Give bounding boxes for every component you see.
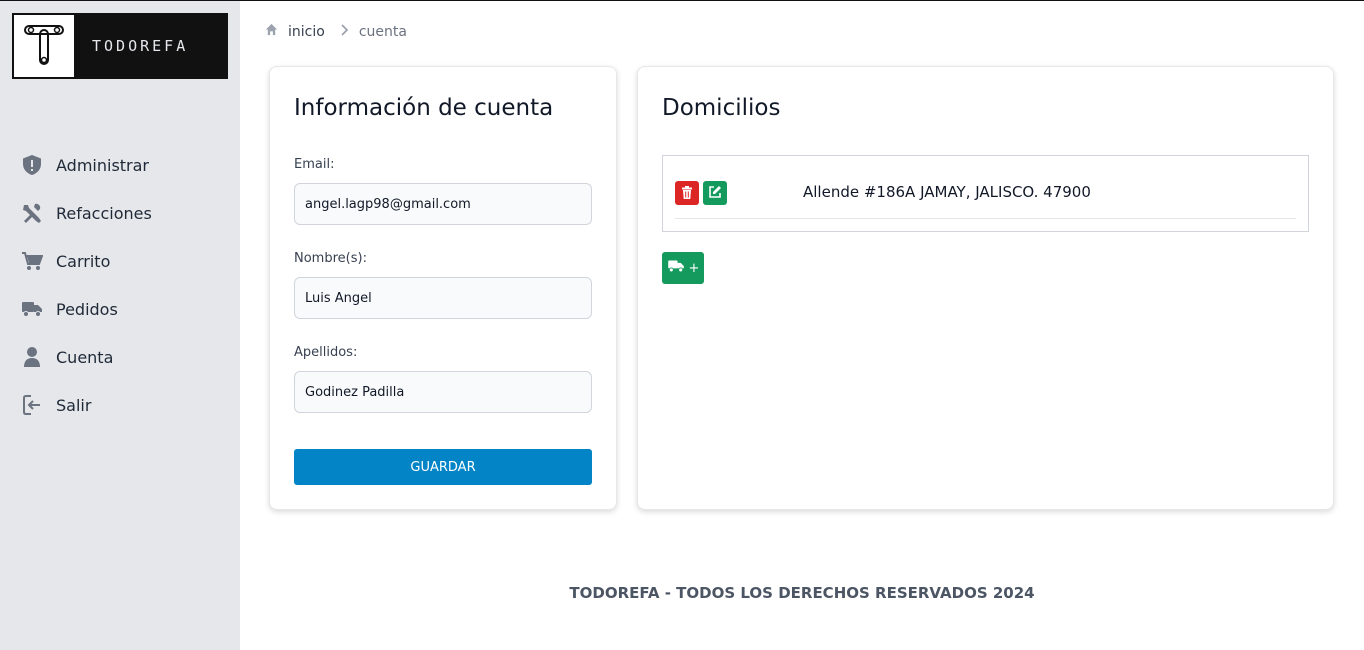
sidebar-item-label: Cuenta — [56, 347, 114, 367]
address-text: Allende #186A JAMAY, JALISCO. 47900 — [803, 183, 1091, 201]
save-button[interactable]: GUARDAR — [294, 449, 592, 485]
account-title: Información de cuenta — [294, 95, 554, 121]
truck-icon — [21, 298, 43, 320]
breadcrumb-current: cuenta — [358, 23, 407, 40]
name-field[interactable] — [294, 277, 592, 319]
chevron-right-icon — [341, 23, 349, 40]
lastname-label: Apellidos: — [294, 345, 358, 360]
logout-icon — [21, 394, 43, 416]
truck-icon — [667, 259, 685, 277]
sidebar-item-salir[interactable]: Salir — [0, 381, 240, 429]
sidebar-item-label: Refacciones — [56, 203, 152, 223]
sidebar-item-refacciones[interactable]: Refacciones — [0, 189, 240, 237]
name-label: Nombre(s): — [294, 251, 367, 266]
email-label: Email: — [294, 157, 335, 172]
shield-icon — [21, 154, 43, 176]
sidebar-item-cuenta[interactable]: Cuenta — [0, 333, 240, 381]
add-address-button[interactable]: + — [662, 252, 704, 284]
delete-address-button[interactable] — [675, 181, 699, 205]
tools-icon — [21, 202, 43, 224]
cart-icon — [21, 250, 43, 272]
addresses-title: Domicilios — [662, 95, 781, 121]
edit-address-button[interactable] — [703, 181, 727, 205]
sidebar-item-pedidos[interactable]: Pedidos — [0, 285, 240, 333]
account-card: Información de cuenta Email: Nombre(s): … — [269, 66, 617, 510]
sidebar-nav: Administrar Refacciones Carrito Pedidos … — [0, 141, 240, 429]
sidebar: TODOREFA Administrar Refacciones Carrito… — [0, 1, 240, 650]
email-field[interactable] — [294, 183, 592, 225]
lastname-field[interactable] — [294, 371, 592, 413]
breadcrumb: inicio cuenta — [265, 23, 407, 40]
sidebar-item-label: Salir — [56, 395, 92, 415]
sidebar-item-label: Carrito — [56, 251, 111, 271]
footer-text: TODOREFA - TODOS LOS DERECHOS RESERVADOS… — [569, 584, 1035, 602]
sidebar-item-administrar[interactable]: Administrar — [0, 141, 240, 189]
addresses-card: Domicilios Allende #186A JAMAY, JALISCO.… — [637, 66, 1334, 510]
logo-text: TODOREFA — [92, 37, 189, 55]
user-icon — [21, 346, 43, 368]
breadcrumb-home-link[interactable]: inicio — [288, 24, 325, 40]
sidebar-item-carrito[interactable]: Carrito — [0, 237, 240, 285]
logo-mark-icon — [14, 15, 76, 77]
sidebar-item-label: Administrar — [56, 155, 150, 175]
logo[interactable]: TODOREFA — [12, 13, 228, 79]
add-label: + — [688, 260, 700, 276]
edit-icon — [708, 184, 722, 203]
address-table: Allende #186A JAMAY, JALISCO. 47900 — [662, 155, 1309, 232]
sidebar-item-label: Pedidos — [56, 299, 118, 319]
trash-icon — [681, 184, 693, 203]
table-row: Allende #186A JAMAY, JALISCO. 47900 — [675, 168, 1296, 219]
home-icon[interactable] — [265, 23, 278, 40]
